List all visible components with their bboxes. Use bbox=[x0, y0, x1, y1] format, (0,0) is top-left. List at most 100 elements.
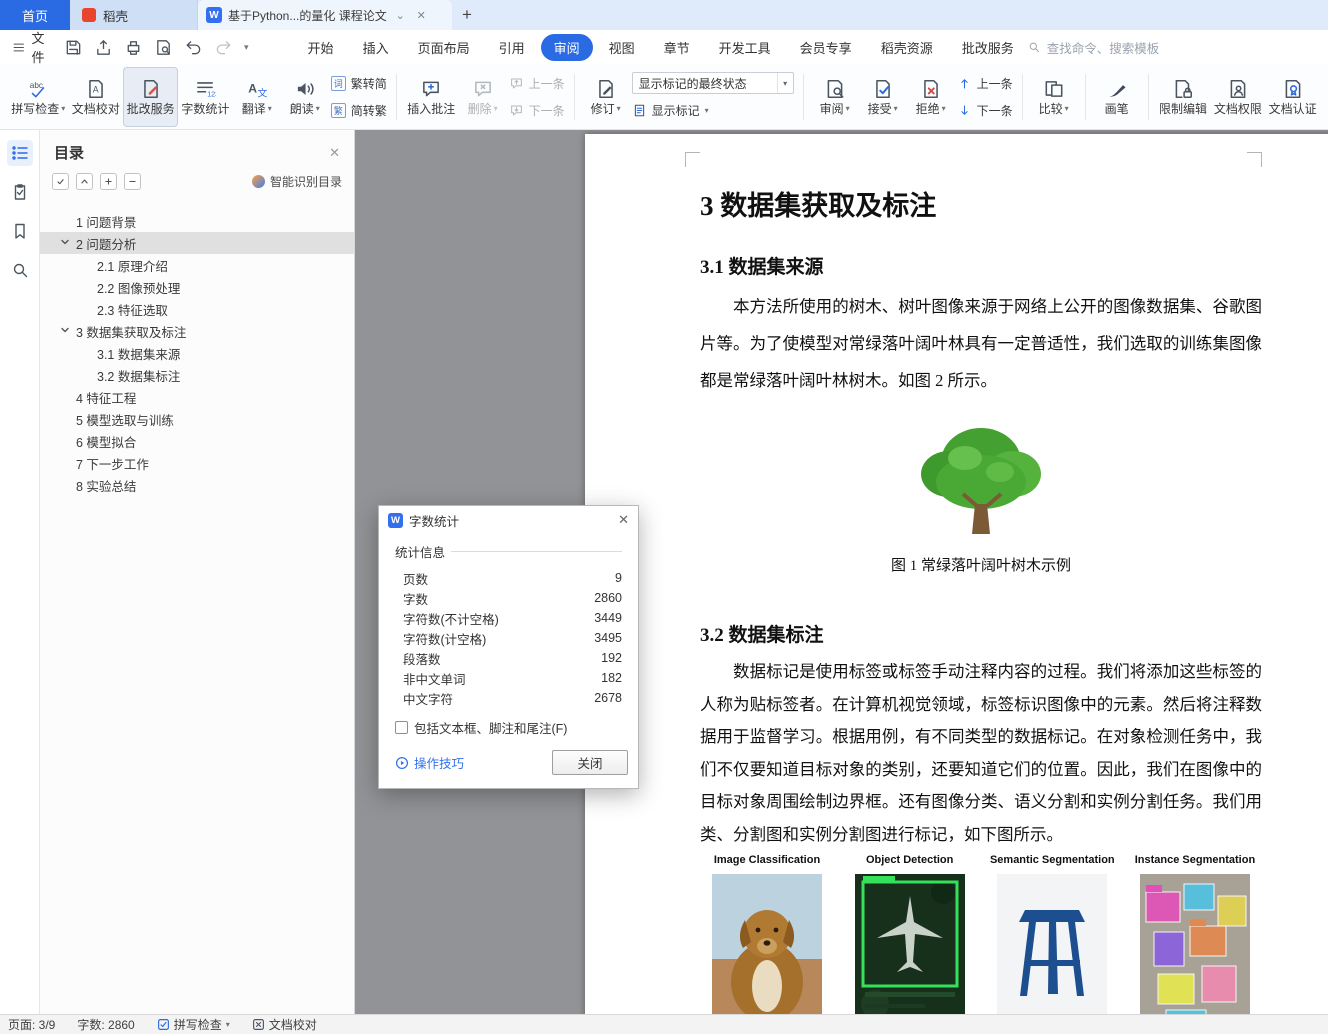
tab-close-icon[interactable]: ✕ bbox=[414, 9, 429, 22]
toc-check-icon[interactable] bbox=[52, 173, 69, 190]
toc-collapse-all-icon[interactable] bbox=[124, 173, 141, 190]
toc-expand-all-icon[interactable] bbox=[100, 173, 117, 190]
document-tab[interactable]: W 基于Python...的量化 课程论文 ⌄ ✕ bbox=[198, 0, 452, 30]
figure-1-caption[interactable]: 图 1 常绿落叶阔叶树木示例 bbox=[700, 554, 1262, 575]
track-changes-button[interactable]: 修订 ▾ bbox=[582, 67, 630, 127]
print-preview-icon[interactable] bbox=[154, 38, 173, 57]
tree-figure[interactable] bbox=[700, 414, 1262, 543]
menu-member[interactable]: 会员专享 bbox=[787, 34, 865, 61]
dialog-close-icon[interactable]: ✕ bbox=[618, 512, 629, 528]
undo-icon[interactable] bbox=[184, 38, 203, 57]
review-button[interactable]: 审阅 ▾ bbox=[811, 67, 859, 127]
docer-tab[interactable]: 稻壳 bbox=[70, 0, 198, 30]
document-permission-button[interactable]: 文档权限 bbox=[1210, 67, 1265, 127]
toc-item[interactable]: 7 下一步工作 bbox=[40, 452, 354, 474]
ink-brush-button[interactable]: 画笔 bbox=[1093, 67, 1141, 127]
toc-item[interactable]: 3 数据集获取及标注 bbox=[40, 320, 354, 342]
toc-item[interactable]: 1 问题背景 bbox=[40, 210, 354, 232]
menu-review[interactable]: 审阅 bbox=[540, 33, 593, 61]
previous-change-button[interactable]: 上一条 bbox=[957, 72, 1013, 94]
toc-item[interactable]: 2.1 原理介绍 bbox=[40, 254, 354, 276]
toc-item[interactable]: 3.1 数据集来源 bbox=[40, 342, 354, 364]
doc-heading-2-2[interactable]: 3.2 数据集标注 bbox=[700, 620, 1262, 647]
outline-panel-icon[interactable] bbox=[6, 140, 33, 166]
grading-service-button[interactable]: 批改服务 bbox=[123, 66, 178, 127]
compare-button[interactable]: 比较 ▾ bbox=[1030, 67, 1078, 127]
toc-item[interactable]: 2.3 特征选取 bbox=[40, 298, 354, 320]
toc-item-label: 3.2 数据集标注 bbox=[97, 369, 181, 384]
toc-collapse-icon[interactable] bbox=[76, 173, 93, 190]
simplified-to-traditional-button[interactable]: 繁 简转繁 bbox=[330, 99, 387, 121]
close-button[interactable]: 关闭 bbox=[552, 750, 628, 775]
next-change-label: 下一条 bbox=[976, 103, 1013, 118]
stat-value: 182 bbox=[601, 671, 622, 685]
toc-item[interactable]: 4 特征工程 bbox=[40, 386, 354, 408]
doc-paragraph-2[interactable]: 数据标记是使用标签或标签手动注释内容的过程。我们将添加这些标签的人称为贴标签者。… bbox=[700, 656, 1262, 851]
toc-item-selected[interactable]: 2 问题分析 bbox=[40, 232, 354, 254]
home-tab[interactable]: 首页 bbox=[0, 0, 70, 30]
tab-menu-chevron-icon[interactable]: ⌄ bbox=[393, 9, 408, 22]
menu-reference[interactable]: 引用 bbox=[486, 34, 538, 61]
status-spell-check-button[interactable]: 拼写检查 ▾ bbox=[157, 1016, 230, 1033]
document-page[interactable]: 3 数据集获取及标注 3.1 数据集来源 本方法所使用的树木、树叶图像来源于网络… bbox=[585, 134, 1328, 1014]
menu-start[interactable]: 开始 bbox=[295, 34, 347, 61]
figure-label: Semantic Segmentation bbox=[989, 854, 1115, 866]
doc-heading-2-1[interactable]: 3.1 数据集来源 bbox=[700, 252, 1262, 279]
chevron-down-icon[interactable] bbox=[60, 324, 70, 334]
figure-semantic-segmentation[interactable]: Semantic Segmentation bbox=[985, 854, 1119, 1014]
menu-view[interactable]: 视图 bbox=[596, 34, 648, 61]
toc-item[interactable]: 5 模型选取与训练 bbox=[40, 408, 354, 430]
figure-image-classification[interactable]: Image Classification bbox=[700, 854, 834, 1014]
command-search[interactable]: 查找命令、搜索模板 bbox=[1027, 38, 1159, 57]
doc-heading-1[interactable]: 3 数据集获取及标注 bbox=[700, 184, 1262, 223]
toc-item[interactable]: 6 模型拟合 bbox=[40, 430, 354, 452]
chevron-down-icon[interactable] bbox=[60, 236, 70, 246]
word-count-dialog-titlebar[interactable]: W 字数统计 ✕ bbox=[379, 506, 638, 534]
toc-item[interactable]: 8 实验总结 bbox=[40, 474, 354, 496]
accept-change-button[interactable]: 接受 ▾ bbox=[859, 67, 907, 127]
menu-section[interactable]: 章节 bbox=[651, 34, 703, 61]
status-proofread-button[interactable]: 文档校对 bbox=[252, 1016, 317, 1033]
smart-toc-button[interactable]: 智能识别目录 bbox=[251, 173, 342, 190]
restrict-editing-button[interactable]: 限制编辑 bbox=[1156, 67, 1211, 127]
doc-paragraph-1[interactable]: 本方法所使用的树木、树叶图像来源于网络上公开的图像数据集、谷歌图片等。为了使模型… bbox=[700, 288, 1262, 399]
tips-link[interactable]: 操作技巧 bbox=[395, 753, 464, 772]
status-word-count[interactable]: 字数: 2860 bbox=[77, 1016, 134, 1033]
menu-correction-service[interactable]: 批改服务 bbox=[949, 34, 1027, 61]
read-aloud-button[interactable]: 朗读 ▾ bbox=[281, 67, 329, 127]
export-icon[interactable] bbox=[94, 38, 113, 57]
document-proofread-button[interactable]: A 文档校对 bbox=[68, 67, 123, 127]
airplane-photo bbox=[854, 874, 965, 1014]
toc-close-icon[interactable]: ✕ bbox=[329, 145, 340, 161]
new-tab-button[interactable]: + bbox=[452, 0, 482, 30]
figure-object-detection[interactable]: Object Detection bbox=[843, 854, 977, 1014]
smart-toc-label: 智能识别目录 bbox=[269, 175, 342, 189]
reject-change-button[interactable]: 拒绝 ▾ bbox=[907, 67, 955, 127]
checkbox-icon[interactable] bbox=[395, 721, 408, 734]
svg-text:文: 文 bbox=[257, 87, 267, 100]
traditional-to-simplified-button[interactable]: 词 繁转简 bbox=[330, 72, 387, 94]
print-icon[interactable] bbox=[124, 38, 143, 57]
proofread-panel-icon[interactable] bbox=[7, 179, 33, 205]
find-panel-icon[interactable] bbox=[7, 257, 33, 283]
quick-toolbar-chevron-icon[interactable]: ▾ bbox=[244, 42, 249, 53]
bookmark-panel-icon[interactable] bbox=[7, 218, 33, 244]
translate-button[interactable]: A文 翻译 ▾ bbox=[233, 67, 281, 127]
toc-item[interactable]: 3.2 数据集标注 bbox=[40, 364, 354, 386]
save-icon[interactable] bbox=[64, 38, 83, 57]
insert-comment-button[interactable]: 插入批注 bbox=[404, 67, 459, 127]
menu-docer-resource[interactable]: 稻壳资源 bbox=[868, 34, 946, 61]
file-menu-button[interactable]: 文件 bbox=[12, 28, 50, 66]
word-count-button[interactable]: 123 字数统计 bbox=[178, 67, 233, 127]
next-change-button[interactable]: 下一条 bbox=[957, 99, 1013, 121]
figure-instance-segmentation[interactable]: Instance Segmentation bbox=[1128, 854, 1262, 1014]
markup-state-select[interactable]: 显示标记的最终状态 ▾ bbox=[631, 72, 794, 94]
document-certify-button[interactable]: 文档认证 bbox=[1265, 67, 1320, 127]
menu-page-layout[interactable]: 页面布局 bbox=[405, 34, 483, 61]
toc-item[interactable]: 2.2 图像预处理 bbox=[40, 276, 354, 298]
menu-dev-tools[interactable]: 开发工具 bbox=[706, 34, 784, 61]
spell-check-button[interactable]: abc 拼写检查 ▾ bbox=[8, 67, 68, 127]
show-markup-button[interactable]: 显示标记 ▾ bbox=[632, 99, 794, 121]
include-textbox-checkbox[interactable]: 包括文本框、脚注和尾注(F) bbox=[395, 718, 622, 737]
menu-insert[interactable]: 插入 bbox=[350, 34, 402, 61]
